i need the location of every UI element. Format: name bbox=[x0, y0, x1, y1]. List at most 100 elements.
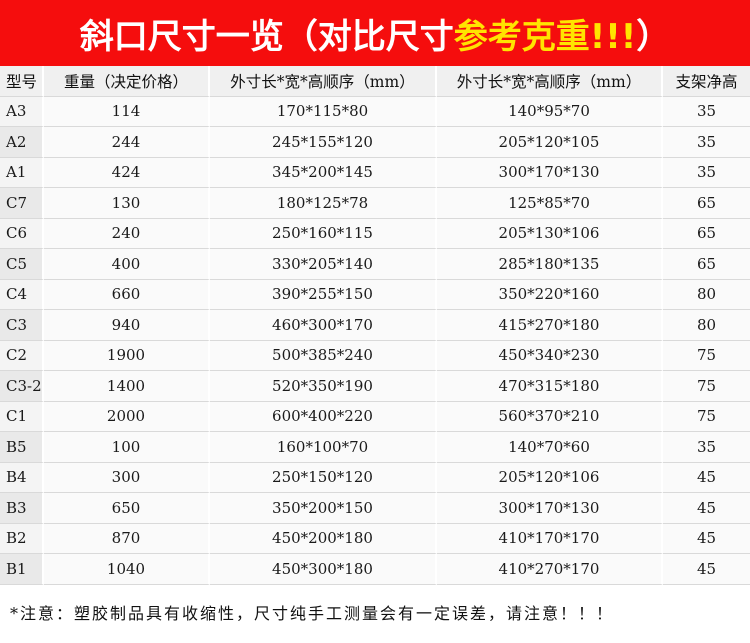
cell-outer-size: 345*200*145 bbox=[210, 157, 437, 188]
cell-outer-size-2: 410*170*170 bbox=[437, 523, 663, 554]
cell-weight: 870 bbox=[44, 523, 210, 554]
cell-stand-height: 35 bbox=[663, 96, 750, 127]
cell-model: B5 bbox=[0, 432, 44, 463]
cell-outer-size-2: 560*370*210 bbox=[437, 401, 663, 432]
title-banner: 斜口尺寸一览（对比尺寸 参考克重!!!） bbox=[0, 0, 750, 66]
header-outer-size-2: 外寸长*宽*高顺序（mm） bbox=[437, 66, 663, 97]
cell-weight: 940 bbox=[44, 310, 210, 341]
cell-stand-height: 65 bbox=[663, 188, 750, 219]
cell-stand-height: 65 bbox=[663, 249, 750, 280]
header-model: 型号 bbox=[0, 66, 44, 97]
cell-weight: 424 bbox=[44, 157, 210, 188]
cell-stand-height: 75 bbox=[663, 401, 750, 432]
cell-stand-height: 35 bbox=[663, 127, 750, 158]
size-table: 型号 重量（决定价格） 外寸长*宽*高顺序（mm） 外寸长*宽*高顺序（mm） … bbox=[0, 66, 750, 585]
cell-stand-height: 75 bbox=[663, 340, 750, 371]
cell-outer-size-2: 140*70*60 bbox=[437, 432, 663, 463]
cell-outer-size-2: 450*340*230 bbox=[437, 340, 663, 371]
cell-model: A2 bbox=[0, 127, 44, 158]
cell-outer-size-2: 285*180*135 bbox=[437, 249, 663, 280]
cell-weight: 130 bbox=[44, 188, 210, 219]
cell-model: A1 bbox=[0, 157, 44, 188]
cell-model: B3 bbox=[0, 493, 44, 524]
cell-outer-size-2: 410*270*170 bbox=[437, 554, 663, 585]
cell-outer-size: 250*160*115 bbox=[210, 218, 437, 249]
table-row: C5 400 330*205*140 285*180*135 65 bbox=[0, 249, 750, 280]
cell-outer-size: 160*100*70 bbox=[210, 432, 437, 463]
cell-model: C6 bbox=[0, 218, 44, 249]
cell-model: B4 bbox=[0, 462, 44, 493]
cell-outer-size-2: 300*170*130 bbox=[437, 493, 663, 524]
cell-stand-height: 35 bbox=[663, 432, 750, 463]
notice-text: *注意：塑胶制品具有收缩性，尺寸纯手工测量会有一定误差，请注意！！！ bbox=[10, 604, 615, 623]
table-row: A1 424 345*200*145 300*170*130 35 bbox=[0, 157, 750, 188]
cell-weight: 1400 bbox=[44, 371, 210, 402]
cell-model: C1 bbox=[0, 401, 44, 432]
cell-stand-height: 80 bbox=[663, 279, 750, 310]
table-row: B2 870 450*200*180 410*170*170 45 bbox=[0, 523, 750, 554]
cell-outer-size: 350*200*150 bbox=[210, 493, 437, 524]
cell-weight: 660 bbox=[44, 279, 210, 310]
cell-outer-size: 450*300*180 bbox=[210, 554, 437, 585]
cell-stand-height: 75 bbox=[663, 371, 750, 402]
cell-model: C4 bbox=[0, 279, 44, 310]
cell-weight: 244 bbox=[44, 127, 210, 158]
cell-outer-size: 390*255*150 bbox=[210, 279, 437, 310]
table-row: B3 650 350*200*150 300*170*130 45 bbox=[0, 493, 750, 524]
cell-outer-size-2: 205*120*106 bbox=[437, 462, 663, 493]
title-accent: 参考克重!!! bbox=[453, 16, 637, 57]
cell-weight: 100 bbox=[44, 432, 210, 463]
cell-outer-size: 170*115*80 bbox=[210, 96, 437, 127]
table-body: A3 114 170*115*80 140*95*70 35 A2 244 245*155*1… bbox=[0, 96, 750, 585]
table-row: C1 2000 600*400*220 560*370*210 75 bbox=[0, 401, 750, 432]
cell-outer-size: 330*205*140 bbox=[210, 249, 437, 280]
cell-outer-size: 450*200*180 bbox=[210, 523, 437, 554]
table-row: C4 660 390*255*150 350*220*160 80 bbox=[0, 279, 750, 310]
cell-outer-size-2: 205*130*106 bbox=[437, 218, 663, 249]
cell-stand-height: 45 bbox=[663, 554, 750, 585]
cell-model: B2 bbox=[0, 523, 44, 554]
table-row: B1 1040 450*300*180 410*270*170 45 bbox=[0, 554, 750, 585]
cell-stand-height: 45 bbox=[663, 493, 750, 524]
cell-model: C7 bbox=[0, 188, 44, 219]
table-row: C6 240 250*160*115 205*130*106 65 bbox=[0, 218, 750, 249]
table-row: C3 940 460*300*170 415*270*180 80 bbox=[0, 310, 750, 341]
table-row: B4 300 250*150*120 205*120*106 45 bbox=[0, 462, 750, 493]
header-outer-size: 外寸长*宽*高顺序（mm） bbox=[210, 66, 437, 97]
table-row: A2 244 245*155*120 205*120*105 35 bbox=[0, 127, 750, 158]
title-close: ） bbox=[636, 16, 671, 57]
cell-weight: 300 bbox=[44, 462, 210, 493]
cell-model: C3 bbox=[0, 310, 44, 341]
header-weight: 重量（决定价格） bbox=[44, 66, 210, 97]
cell-outer-size: 250*150*120 bbox=[210, 462, 437, 493]
title-main: 斜口尺寸一览（对比尺寸 bbox=[79, 16, 454, 57]
cell-weight: 400 bbox=[44, 249, 210, 280]
cell-outer-size-2: 140*95*70 bbox=[437, 96, 663, 127]
cell-model: A3 bbox=[0, 96, 44, 127]
cell-outer-size-2: 470*315*180 bbox=[437, 371, 663, 402]
cell-stand-height: 45 bbox=[663, 523, 750, 554]
cell-stand-height: 45 bbox=[663, 462, 750, 493]
cell-weight: 1040 bbox=[44, 554, 210, 585]
cell-outer-size: 460*300*170 bbox=[210, 310, 437, 341]
cell-outer-size: 500*385*240 bbox=[210, 340, 437, 371]
cell-model: C3-2 bbox=[0, 371, 44, 402]
table-row: A3 114 170*115*80 140*95*70 35 bbox=[0, 96, 750, 127]
cell-outer-size-2: 125*85*70 bbox=[437, 188, 663, 219]
cell-model: B1 bbox=[0, 554, 44, 585]
table-row: C2 1900 500*385*240 450*340*230 75 bbox=[0, 340, 750, 371]
cell-outer-size-2: 350*220*160 bbox=[437, 279, 663, 310]
cell-model: C2 bbox=[0, 340, 44, 371]
cell-outer-size-2: 415*270*180 bbox=[437, 310, 663, 341]
table-row: B5 100 160*100*70 140*70*60 35 bbox=[0, 432, 750, 463]
cell-outer-size: 245*155*120 bbox=[210, 127, 437, 158]
header-stand-height: 支架净高 bbox=[663, 66, 750, 97]
table-header-row: 型号 重量（决定价格） 外寸长*宽*高顺序（mm） 外寸长*宽*高顺序（mm） … bbox=[0, 66, 750, 97]
cell-weight: 650 bbox=[44, 493, 210, 524]
table-row: C3-2 1400 520*350*190 470*315*180 75 bbox=[0, 371, 750, 402]
cell-outer-size: 180*125*78 bbox=[210, 188, 437, 219]
cell-outer-size: 600*400*220 bbox=[210, 401, 437, 432]
cell-outer-size: 520*350*190 bbox=[210, 371, 437, 402]
cell-outer-size-2: 205*120*105 bbox=[437, 127, 663, 158]
cell-stand-height: 80 bbox=[663, 310, 750, 341]
